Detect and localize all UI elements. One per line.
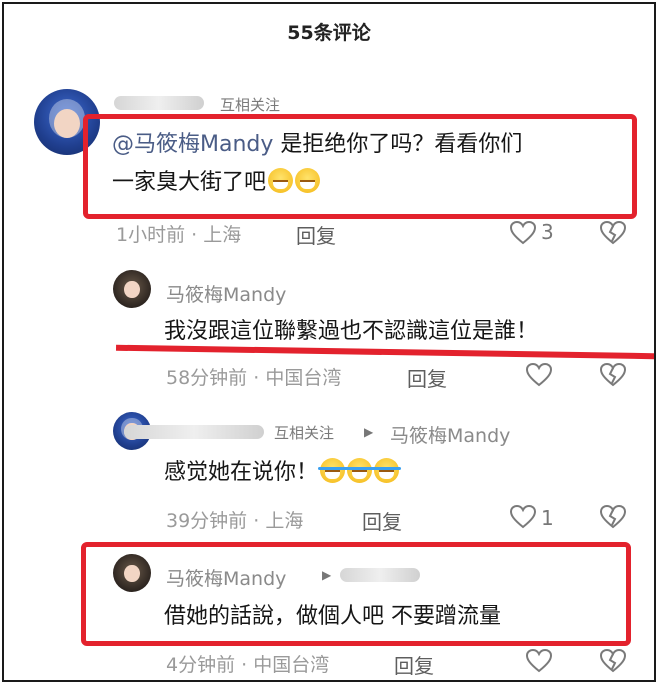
blurred-username <box>124 425 264 439</box>
broken-heart-icon[interactable] <box>599 648 627 674</box>
highlight-box <box>81 542 631 646</box>
like-count: 3 <box>541 220 554 244</box>
heart-outline-icon[interactable] <box>509 504 537 530</box>
reply-arrow-icon: ▶ <box>364 425 374 439</box>
highlight-box <box>83 114 637 219</box>
comment-time: 1小时前 · 上海 <box>116 224 242 246</box>
like-count: 1 <box>541 506 554 530</box>
comment-text: 感觉她在说你！ <box>164 454 402 492</box>
comment-time: 58分钟前 · 中国台湾 <box>166 367 342 389</box>
laugh-cry-emoji-icon <box>345 458 375 483</box>
mutual-follow-badge: 互相关注 <box>274 424 335 442</box>
comment-panel: 55条评论 互相关注 @马筱梅Mandy 是拒绝你了吗？看看你们 一家臭大街了吧… <box>2 2 656 682</box>
laugh-cry-emoji-icon <box>372 458 402 483</box>
comment-time: 39分钟前 · 上海 <box>166 510 304 532</box>
comment-text: 我沒跟這位聯繫過也不認識這位是誰！ <box>164 319 539 344</box>
reply-button[interactable]: 回复 <box>394 650 434 679</box>
heart-outline-icon[interactable] <box>525 362 553 388</box>
reply-button[interactable]: 回复 <box>296 220 336 249</box>
heart-outline-icon[interactable] <box>525 648 553 674</box>
broken-heart-icon[interactable] <box>599 362 627 388</box>
laugh-cry-emoji-icon <box>318 458 348 483</box>
reply-button[interactable]: 回复 <box>362 506 402 535</box>
reply-to-username[interactable]: 马筱梅Mandy <box>390 421 510 448</box>
broken-heart-icon[interactable] <box>599 220 627 246</box>
mutual-follow-badge: 互相关注 <box>220 96 281 114</box>
blurred-username <box>114 96 204 110</box>
heart-outline-icon[interactable] <box>509 220 537 246</box>
avatar[interactable] <box>113 270 151 308</box>
broken-heart-icon[interactable] <box>599 504 627 530</box>
comment-count-title: 55条评论 <box>287 22 371 44</box>
username[interactable]: 马筱梅Mandy <box>166 280 286 307</box>
reply-button[interactable]: 回复 <box>407 363 447 392</box>
comment-time: 4分钟前 · 中国台湾 <box>166 654 330 676</box>
